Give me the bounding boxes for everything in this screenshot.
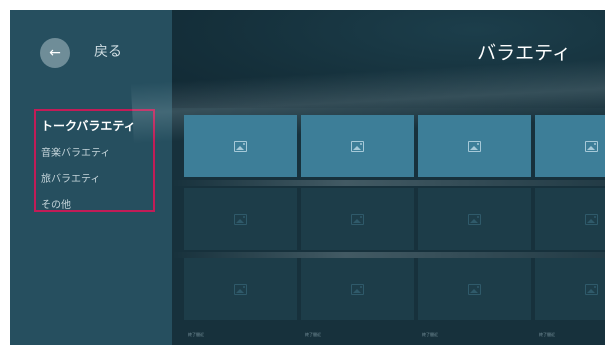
content-tile[interactable]: [184, 115, 297, 177]
image-placeholder-icon: [585, 283, 598, 295]
image-placeholder-icon: [585, 213, 598, 225]
content-tile[interactable]: [184, 188, 297, 250]
arrow-left-icon: ←: [49, 45, 61, 61]
content-tile[interactable]: [301, 258, 414, 320]
content-tile[interactable]: [418, 115, 531, 177]
tile-caption: 終了間近: [539, 332, 555, 337]
category-item-music-variety[interactable]: 音楽バラエティ: [41, 144, 110, 159]
app-frame: ← 戻る トークバラエティ 音楽バラエティ 旅バラエティ その他 バラエティ 終…: [10, 10, 605, 345]
content-tile[interactable]: [418, 258, 531, 320]
main-content: バラエティ 終了間近 終了間近 終了間近 終了間近: [130, 10, 605, 345]
image-placeholder-icon: [585, 140, 598, 152]
image-placeholder-icon: [351, 213, 364, 225]
image-placeholder-icon: [234, 283, 247, 295]
sidebar: ← 戻る トークバラエティ 音楽バラエティ 旅バラエティ その他: [10, 10, 172, 345]
image-placeholder-icon: [468, 140, 481, 152]
back-label[interactable]: 戻る: [94, 41, 122, 61]
image-placeholder-icon: [468, 213, 481, 225]
image-placeholder-icon: [468, 283, 481, 295]
image-placeholder-icon: [351, 140, 364, 152]
image-placeholder-icon: [234, 213, 247, 225]
image-placeholder-icon: [351, 283, 364, 295]
content-tile[interactable]: [184, 258, 297, 320]
category-item-travel-variety[interactable]: 旅バラエティ: [41, 170, 100, 185]
content-tile[interactable]: [535, 188, 605, 250]
back-button[interactable]: ←: [40, 38, 70, 68]
content-tile[interactable]: [535, 115, 605, 177]
tile-caption: 終了間近: [422, 332, 438, 337]
page-title: バラエティ: [477, 42, 571, 64]
content-tile[interactable]: [301, 115, 414, 177]
content-tile[interactable]: [418, 188, 531, 250]
content-tile[interactable]: [535, 258, 605, 320]
category-item-other[interactable]: その他: [41, 196, 71, 211]
tile-caption: 終了間近: [188, 332, 204, 337]
category-item-talk-variety[interactable]: トークバラエティ: [41, 117, 136, 134]
image-placeholder-icon: [234, 140, 247, 152]
content-tile[interactable]: [301, 188, 414, 250]
tile-caption: 終了間近: [305, 332, 321, 337]
